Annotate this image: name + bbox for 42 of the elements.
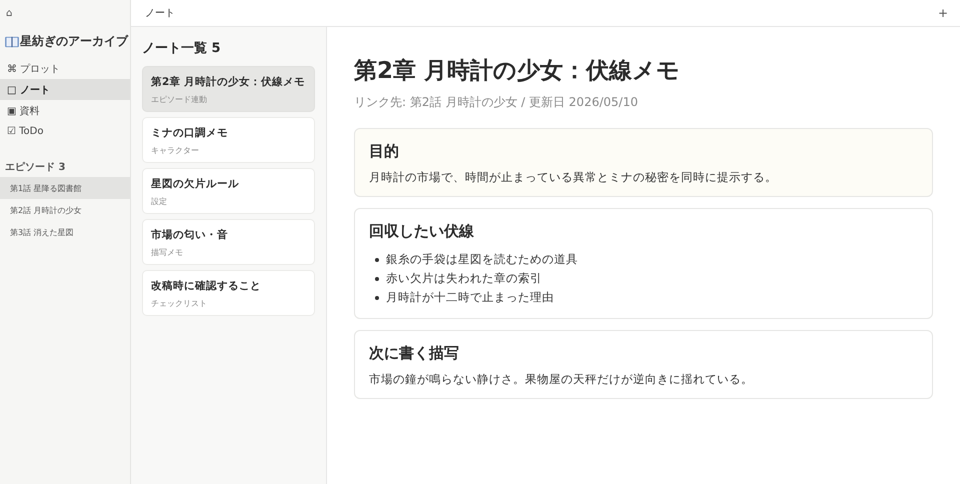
note-card[interactable]: 改稿時に確認すること チェックリスト <box>142 270 315 316</box>
note-card[interactable]: 第2章 月時計の少女：伏線メモ エピソード連動 <box>142 66 315 112</box>
bullet-icon <box>375 296 379 300</box>
section-heading: 回収したい伏線 <box>369 222 475 241</box>
section-text: 月時計の市場で、時間が止まっている異常とミナの秘密を同時に提示する。 <box>369 170 778 185</box>
nav-item[interactable]: ▣ 資料 <box>0 100 130 121</box>
episode-item[interactable]: 第3話 消えた星図 <box>0 221 130 243</box>
note-title: 星図の欠片ルール <box>151 177 240 191</box>
note-card[interactable]: 星図の欠片ルール 設定 <box>142 168 315 214</box>
note-card[interactable]: 市場の匂い・音 描写メモ <box>142 219 315 265</box>
note-title: 改稿時に確認すること <box>151 279 262 293</box>
note-tag: キャラクター <box>151 145 306 156</box>
add-button[interactable]: + <box>938 6 948 20</box>
nav-item[interactable]: ☑ ToDo <box>0 121 130 142</box>
section-heading: エピソード 3 <box>4 160 66 175</box>
section-text: 市場の鐘が鳴らない静けさ。果物屋の天秤だけが逆向きに揺れている。 <box>369 372 754 387</box>
list-heading: ノート一覧 5 <box>142 40 222 58</box>
bullet-icon <box>375 276 379 280</box>
app-title: 星紡ぎのアーカイブ <box>20 33 128 50</box>
list-item: 赤い欠片は失われた章の索引 <box>386 271 542 286</box>
nav-item[interactable]: ⌘ プロット <box>0 58 130 79</box>
nav-item[interactable]: □ ノート <box>0 79 130 100</box>
episode-item[interactable]: 第2話 月時計の少女 <box>0 199 130 221</box>
episode-item[interactable]: 第1話 星降る図書館 <box>0 177 130 199</box>
home-button[interactable]: ⌂ <box>6 8 12 19</box>
list-item: 銀糸の手袋は星図を読むための道具 <box>386 252 578 267</box>
note-title: 第2章 月時計の少女：伏線メモ <box>151 75 306 89</box>
section-heading: 目的 <box>369 142 400 161</box>
note-meta: リンク先: 第2話 月時計の少女 / 更新日 2026/05/10 <box>354 94 639 111</box>
list-item: 月時計が十二時で止まった理由 <box>386 290 554 305</box>
note-tag: エピソード連動 <box>151 94 306 105</box>
book-icon <box>5 36 19 48</box>
note-tag: 設定 <box>151 196 306 207</box>
section-heading: 次に書く描写 <box>369 344 460 363</box>
header-title: ノート <box>145 7 175 20</box>
note-card[interactable]: ミナの口調メモ キャラクター <box>142 117 315 163</box>
note-tag: 描写メモ <box>151 247 306 258</box>
note-heading: 第2章 月時計の少女：伏線メモ <box>354 57 682 86</box>
note-tag: チェックリスト <box>151 298 306 309</box>
note-title: ミナの口調メモ <box>151 126 229 140</box>
bullet-icon <box>375 258 379 262</box>
note-title: 市場の匂い・音 <box>151 228 229 242</box>
